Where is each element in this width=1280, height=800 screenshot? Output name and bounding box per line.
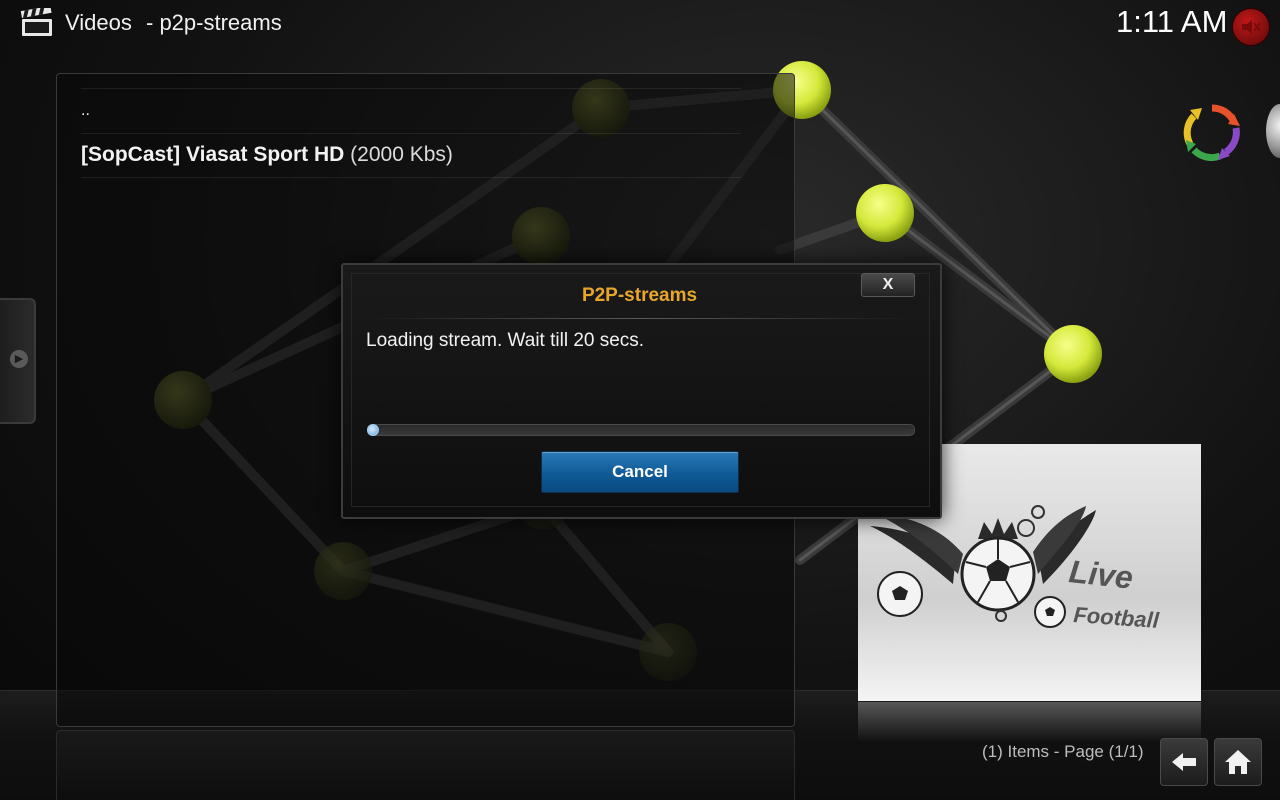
speaker-muted-icon[interactable]	[1232, 8, 1270, 46]
thumbnail-text-football: Football	[1073, 602, 1161, 633]
breadcrumb: Videos - p2p-streams	[65, 10, 290, 36]
path-title: - p2p-streams	[146, 10, 282, 35]
progress-bar	[367, 424, 915, 436]
header-bar: Videos - p2p-streams 1:11 AM	[0, 0, 1280, 48]
progress-dialog: P2P-streams X Loading stream. Wait till …	[341, 263, 942, 519]
dialog-divider	[365, 318, 915, 319]
home-icon	[1225, 750, 1251, 774]
back-button[interactable]	[1160, 738, 1208, 786]
section-title: Videos	[65, 10, 132, 35]
stream-bitrate: (2000 Kbs)	[350, 143, 453, 166]
list-panel-reflection	[56, 730, 795, 800]
thumbnail-reflection	[858, 702, 1201, 742]
thumbnail-text-live: Live	[1067, 553, 1134, 595]
parent-folder-label: ..	[81, 102, 90, 119]
list-item-parent-folder[interactable]: ..	[81, 88, 741, 134]
stream-name: [SopCast] Viasat Sport HD	[81, 143, 345, 166]
dialog-title: P2P-streams	[581, 285, 698, 306]
addon-logo-icon	[1183, 104, 1240, 162]
clock: 1:11 AM	[1116, 4, 1228, 39]
home-button[interactable]	[1214, 738, 1262, 786]
clapperboard-icon	[20, 8, 52, 36]
back-arrow-icon	[1172, 753, 1196, 771]
kodi-screen: Videos - p2p-streams 1:11 AM ▶ .. [SopCa…	[0, 0, 1280, 800]
side-menu-tab[interactable]: ▶	[0, 298, 36, 424]
progress-indicator	[367, 424, 379, 436]
chevron-right-icon: ▶	[10, 350, 28, 368]
list-item[interactable]: [SopCast] Viasat Sport HD (2000 Kbs)	[81, 133, 741, 178]
items-page-info: (1) Items - Page (1/1)	[982, 742, 1144, 761]
cancel-button[interactable]: Cancel	[541, 451, 739, 493]
close-button[interactable]: X	[861, 273, 915, 297]
dialog-message: Loading stream. Wait till 20 secs.	[366, 330, 645, 351]
